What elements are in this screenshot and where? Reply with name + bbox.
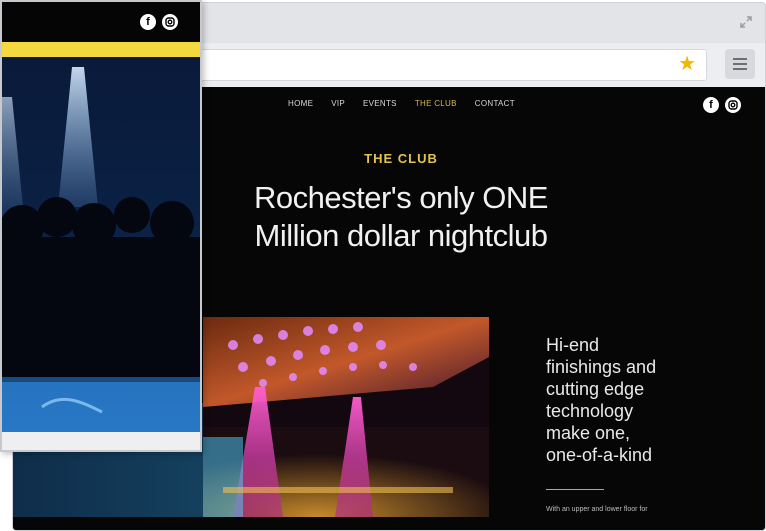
browser-menu-button[interactable]	[725, 49, 755, 79]
mobile-accent-bar	[2, 42, 200, 57]
crowd-photo	[2, 57, 200, 432]
mobile-footer-bar	[2, 432, 200, 450]
nav-home[interactable]: HOME	[288, 99, 313, 108]
accent-divider	[546, 489, 604, 490]
nav-the-club[interactable]: THE CLUB	[415, 99, 457, 108]
headline-line-1: Rochester's only ONE	[254, 180, 548, 215]
feature-tagline: Hi-end finishings and cutting edge techn…	[546, 334, 706, 466]
mobile-header: f	[2, 2, 200, 42]
hero-headline: Rochester's only ONE Million dollar nigh…	[233, 179, 569, 255]
section-kicker: THE CLUB	[364, 151, 438, 166]
instagram-icon[interactable]	[725, 97, 741, 113]
facebook-icon[interactable]: f	[140, 14, 156, 30]
expand-icon[interactable]	[739, 15, 753, 29]
headline-line-2: Million dollar nightclub	[254, 218, 549, 253]
nav-events[interactable]: EVENTS	[363, 99, 397, 108]
instagram-icon[interactable]	[162, 14, 178, 30]
tagline-line: one-of-a-kind	[546, 445, 653, 465]
mobile-social-links: f	[140, 14, 178, 30]
feature-body-text: With an upper and lower floor for	[546, 506, 648, 513]
tagline-line: cutting edge	[546, 379, 645, 399]
mobile-preview-window: f	[0, 0, 202, 452]
site-nav: HOME VIP EVENTS THE CLUB CONTACT	[288, 99, 515, 108]
bookmark-star-icon[interactable]: ★	[678, 54, 696, 74]
facebook-icon[interactable]: f	[703, 97, 719, 113]
site-social-links: f	[703, 97, 741, 113]
nav-contact[interactable]: CONTACT	[475, 99, 515, 108]
tagline-line: technology	[546, 401, 634, 421]
nav-vip[interactable]: VIP	[331, 99, 345, 108]
tagline-line: make one,	[546, 423, 631, 443]
tagline-line: finishings and	[546, 357, 657, 377]
tagline-line: Hi-end	[546, 335, 600, 355]
club-interior-photo	[203, 317, 489, 517]
